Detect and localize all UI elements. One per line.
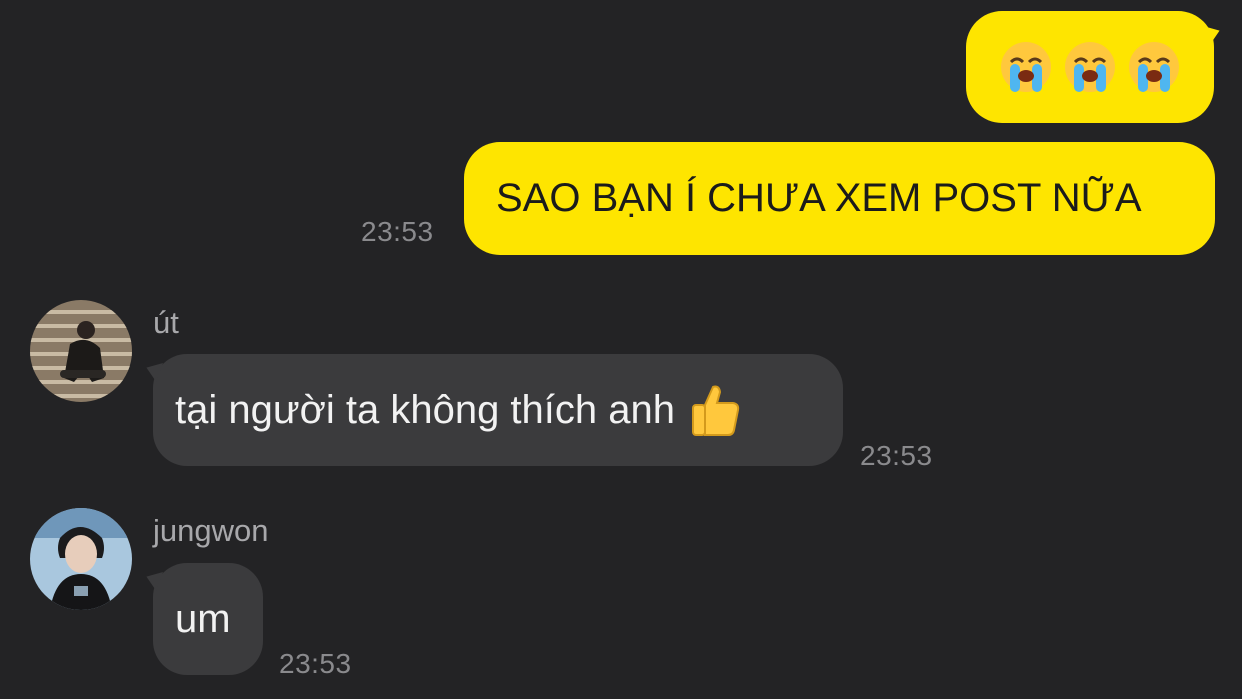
outgoing-message-bubble[interactable] — [966, 11, 1223, 123]
thumbs-up-icon — [685, 381, 743, 439]
message-timestamp: 23:53 — [860, 440, 933, 471]
outgoing-message-bubble[interactable]: SAO BẠN Í CHƯA XEM POST NỮA — [464, 142, 1215, 255]
sender-name: jungwon — [153, 513, 269, 548]
message-text: SAO BẠN Í CHƯA XEM POST NỮA — [496, 176, 1142, 220]
loudly-crying-face-icon — [1127, 40, 1181, 94]
incoming-message-bubble[interactable]: tại người ta không thích anh — [143, 354, 843, 466]
message-timestamp: 23:53 — [361, 216, 434, 247]
incoming-message-bubble[interactable]: um — [143, 563, 263, 675]
message-timestamp: 23:53 — [279, 648, 352, 679]
loudly-crying-face-icon — [1063, 40, 1117, 94]
avatar[interactable] — [30, 508, 132, 610]
avatar[interactable] — [30, 300, 132, 402]
sender-name: út — [153, 305, 179, 340]
bubble-tail — [1203, 21, 1223, 45]
message-text: um — [175, 596, 231, 641]
bubble-tail — [143, 358, 163, 382]
loudly-crying-face-icon — [999, 40, 1053, 94]
message-text: tại người ta không thích anh — [175, 387, 675, 432]
bubble-tail — [143, 567, 163, 591]
